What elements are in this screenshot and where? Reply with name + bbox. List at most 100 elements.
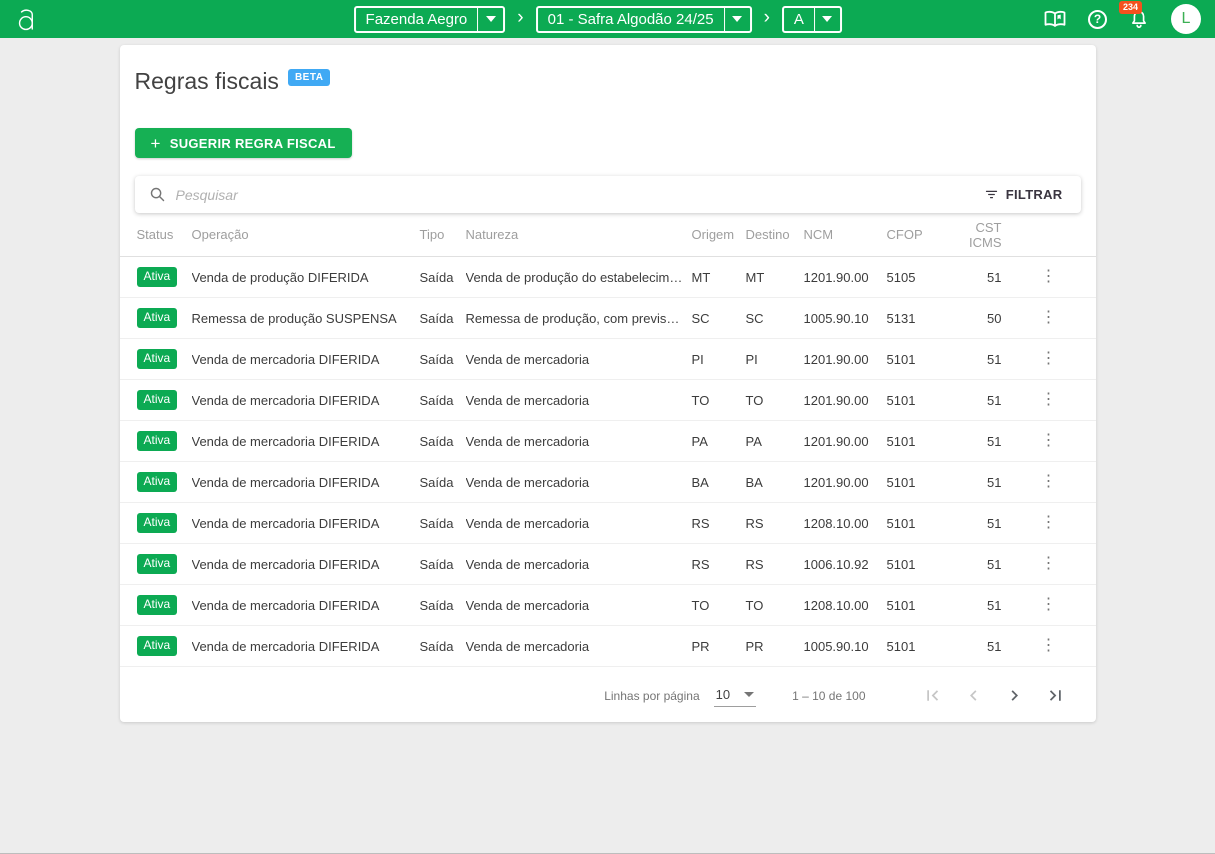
table-row[interactable]: Ativa Venda de mercadoria DIFERIDA Saída…: [120, 380, 1096, 421]
row-menu-kebab-icon[interactable]: ⋮: [1035, 593, 1063, 617]
cell-cst-icms: 51: [947, 475, 1002, 490]
cell-origem: RS: [692, 557, 746, 572]
cell-origem: BA: [692, 475, 746, 490]
table-row[interactable]: Ativa Venda de mercadoria DIFERIDA Saída…: [120, 585, 1096, 626]
column-header-natureza: Natureza: [466, 227, 692, 242]
cell-natureza: Venda de mercadoria: [466, 598, 692, 613]
cell-cfop: 5101: [887, 557, 947, 572]
table-row[interactable]: Ativa Venda de mercadoria DIFERIDA Saída…: [120, 462, 1096, 503]
cell-ncm: 1005.90.10: [804, 639, 887, 654]
season-selector-caret[interactable]: [724, 8, 750, 31]
cell-cfop: 5101: [887, 434, 947, 449]
row-menu-kebab-icon[interactable]: ⋮: [1035, 347, 1063, 371]
cell-origem: MT: [692, 270, 746, 285]
row-menu-kebab-icon[interactable]: ⋮: [1035, 634, 1063, 658]
table-row[interactable]: Ativa Venda de mercadoria DIFERIDA Saída…: [120, 626, 1096, 667]
page-title: Regras fiscais: [135, 68, 279, 95]
status-badge: Ativa: [137, 472, 178, 492]
aegro-logo[interactable]: [14, 6, 54, 33]
cell-destino: PI: [746, 352, 804, 367]
row-menu-kebab-icon[interactable]: ⋮: [1035, 552, 1063, 576]
rows-per-page-value: 10: [716, 687, 730, 702]
search-input[interactable]: [176, 187, 980, 203]
table-row[interactable]: Ativa Venda de produção DIFERIDA Saída V…: [120, 257, 1096, 298]
cell-natureza: Remessa de produção, com previsão aju...: [466, 311, 692, 326]
filter-button[interactable]: FILTRAR: [980, 181, 1067, 208]
cell-cfop: 5105: [887, 270, 947, 285]
cell-operacao: Venda de mercadoria DIFERIDA: [192, 557, 420, 572]
cell-natureza: Venda de mercadoria: [466, 475, 692, 490]
breadcrumb-separator: ›: [517, 8, 523, 30]
avatar[interactable]: L: [1171, 4, 1201, 34]
last-page-button[interactable]: [1041, 681, 1070, 710]
search-bar: FILTRAR: [135, 176, 1081, 213]
cell-cst-icms: 51: [947, 434, 1002, 449]
row-menu-kebab-icon[interactable]: ⋮: [1035, 429, 1063, 453]
beta-badge: BETA: [288, 69, 330, 86]
row-menu-kebab-icon[interactable]: ⋮: [1035, 388, 1063, 412]
next-page-button[interactable]: [1000, 681, 1029, 710]
cell-operacao: Remessa de produção SUSPENSA: [192, 311, 420, 326]
notifications-button[interactable]: 234: [1128, 8, 1150, 30]
first-page-button[interactable]: [918, 681, 947, 710]
chevron-right-icon: [1004, 685, 1025, 706]
suggest-fiscal-rule-button[interactable]: + SUGERIR REGRA FISCAL: [135, 128, 352, 158]
cell-operacao: Venda de mercadoria DIFERIDA: [192, 516, 420, 531]
rows-per-page-select[interactable]: 10: [714, 685, 756, 707]
column-header-cfop: CFOP: [887, 227, 947, 242]
cell-natureza: Venda de mercadoria: [466, 557, 692, 572]
cell-operacao: Venda de mercadoria DIFERIDA: [192, 639, 420, 654]
knowledge-base-button[interactable]: [1043, 7, 1067, 31]
status-badge: Ativa: [137, 308, 178, 328]
cell-natureza: Venda de produção do estabelecimento: [466, 270, 692, 285]
status-badge: Ativa: [137, 636, 178, 656]
table-row[interactable]: Ativa Venda de mercadoria DIFERIDA Saída…: [120, 503, 1096, 544]
cell-ncm: 1006.10.92: [804, 557, 887, 572]
help-button[interactable]: ?: [1088, 10, 1107, 29]
suggest-fiscal-rule-label: SUGERIR REGRA FISCAL: [170, 136, 336, 151]
season-selector[interactable]: 01 - Safra Algodão 24/25: [536, 6, 752, 33]
row-menu-kebab-icon[interactable]: ⋮: [1035, 511, 1063, 535]
field-selector[interactable]: A: [782, 6, 842, 33]
rows-per-page-label: Linhas por página: [604, 689, 699, 703]
table-row[interactable]: Ativa Venda de mercadoria DIFERIDA Saída…: [120, 421, 1096, 462]
table-row[interactable]: Ativa Venda de mercadoria DIFERIDA Saída…: [120, 544, 1096, 585]
filter-icon: [984, 187, 999, 202]
table-row[interactable]: Ativa Remessa de produção SUSPENSA Saída…: [120, 298, 1096, 339]
previous-page-button[interactable]: [959, 681, 988, 710]
chevron-left-icon: [963, 685, 984, 706]
top-bar: Fazenda Aegro › 01 - Safra Algodão 24/25…: [0, 0, 1215, 38]
table-row[interactable]: Ativa Venda de mercadoria DIFERIDA Saída…: [120, 339, 1096, 380]
row-menu-kebab-icon[interactable]: ⋮: [1035, 306, 1063, 330]
cell-origem: TO: [692, 598, 746, 613]
cell-destino: PA: [746, 434, 804, 449]
column-header-cst-icms: CST ICMS: [947, 220, 1002, 250]
status-badge: Ativa: [137, 554, 178, 574]
pagination-range: 1 – 10 de 100: [792, 689, 865, 703]
column-header-destino: Destino: [746, 227, 804, 242]
cell-ncm: 1005.90.10: [804, 311, 887, 326]
chevron-down-icon: [486, 16, 496, 22]
chevron-down-icon: [732, 16, 742, 22]
row-menu-kebab-icon[interactable]: ⋮: [1035, 265, 1063, 289]
status-badge: Ativa: [137, 513, 178, 533]
cell-natureza: Venda de mercadoria: [466, 516, 692, 531]
cell-operacao: Venda de mercadoria DIFERIDA: [192, 475, 420, 490]
cell-destino: MT: [746, 270, 804, 285]
status-badge: Ativa: [137, 431, 178, 451]
farm-selector-caret[interactable]: [477, 8, 503, 31]
farm-selector[interactable]: Fazenda Aegro: [354, 6, 506, 33]
chevron-down-icon: [822, 16, 832, 22]
cell-ncm: 1201.90.00: [804, 434, 887, 449]
cell-cst-icms: 51: [947, 557, 1002, 572]
column-header-origem: Origem: [692, 227, 746, 242]
column-header-ncm: NCM: [804, 227, 887, 242]
season-selector-label: 01 - Safra Algodão 24/25: [538, 11, 724, 28]
cell-natureza: Venda de mercadoria: [466, 352, 692, 367]
column-header-tipo: Tipo: [420, 227, 466, 242]
field-selector-caret[interactable]: [814, 8, 840, 31]
pagination: Linhas por página 10 1 – 10 de 100: [120, 681, 1096, 710]
topbar-actions: ? 234 L: [1043, 4, 1201, 34]
row-menu-kebab-icon[interactable]: ⋮: [1035, 470, 1063, 494]
cell-ncm: 1201.90.00: [804, 393, 887, 408]
